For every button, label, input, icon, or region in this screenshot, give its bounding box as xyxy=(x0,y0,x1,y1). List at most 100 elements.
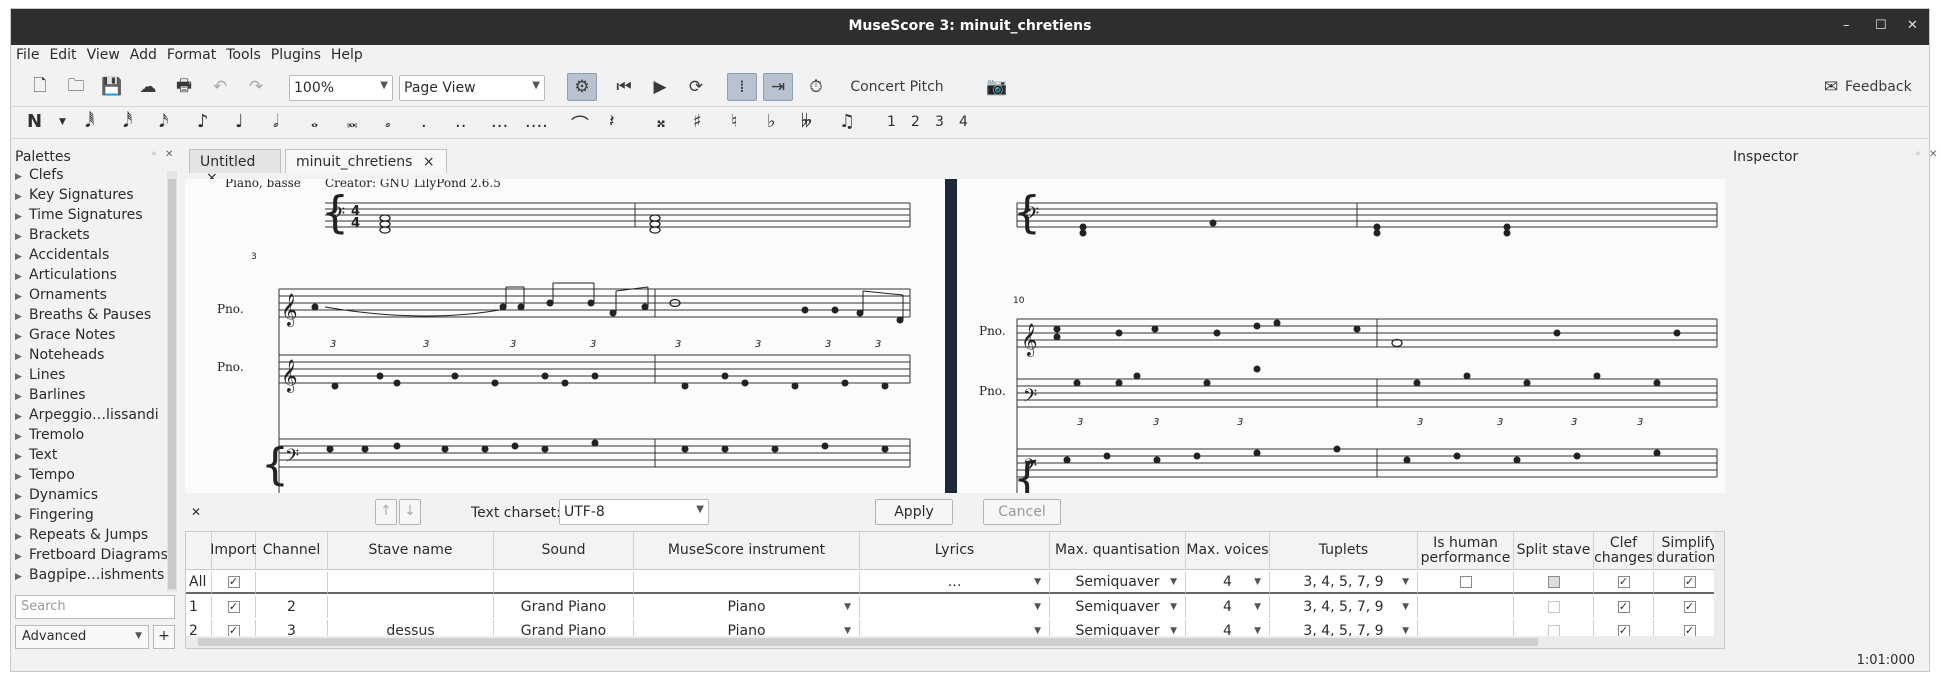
palette-item[interactable]: ▶ Dynamics xyxy=(15,487,175,507)
menu-help[interactable]: Help xyxy=(326,45,368,63)
palette-scrollbar[interactable] xyxy=(167,171,177,591)
voice-1-button[interactable]: 1 xyxy=(887,114,896,130)
palette-item[interactable]: ▶ Noteheads xyxy=(15,347,175,367)
column-header[interactable]: Lyrics xyxy=(860,532,1050,570)
palette-item[interactable]: ▶ Articulations xyxy=(15,267,175,287)
note-longa-icon[interactable]: 𝅗 xyxy=(385,111,391,132)
table-cell-quant[interactable]: Semiquaver ▼ xyxy=(1050,596,1186,618)
camera-icon[interactable]: 📷 xyxy=(983,75,1011,99)
table-cell-clef[interactable]: ✓ xyxy=(1594,572,1654,594)
undock-icon[interactable]: ◦ xyxy=(1915,149,1921,160)
palette-mode-select[interactable]: Advanced ▼ xyxy=(15,625,149,649)
checkbox[interactable] xyxy=(1547,601,1560,613)
open-folder-icon[interactable]: 🗀 xyxy=(63,75,89,99)
table-cell-sound[interactable]: Grand Piano xyxy=(494,596,634,618)
checkbox[interactable]: ✓ xyxy=(1617,601,1630,613)
note-eighth-icon[interactable]: ♪ xyxy=(197,111,209,132)
table-cell-clef[interactable]: ✓ xyxy=(1594,596,1654,618)
add-palette-button[interactable]: + xyxy=(153,625,175,649)
loop-icon[interactable]: ⟳ xyxy=(683,75,709,99)
checkbox[interactable] xyxy=(1547,576,1560,588)
table-cell-split[interactable] xyxy=(1514,572,1594,594)
play-icon[interactable]: ▶ xyxy=(647,75,673,99)
apply-button[interactable]: Apply xyxy=(875,499,953,525)
palette-item[interactable]: ▶ Time Signatures xyxy=(15,207,175,227)
menu-add[interactable]: Add xyxy=(125,45,162,63)
table-cell-voices[interactable]: 4 ▼ xyxy=(1186,596,1270,618)
note-32nd-icon[interactable]: 𝅘𝅥𝅰 xyxy=(123,111,132,132)
palette-item[interactable]: ▶ Brackets xyxy=(15,227,175,247)
menu-plugins[interactable]: Plugins xyxy=(266,45,326,63)
move-down-button[interactable]: ↓ xyxy=(399,499,421,525)
table-cell-voices[interactable]: 4 ▼ xyxy=(1186,572,1270,594)
note-breve-icon[interactable]: 𝅜 xyxy=(347,111,357,132)
maximize-button[interactable]: ☐ xyxy=(1875,18,1887,33)
palette-item[interactable]: ▶ Ornaments xyxy=(15,287,175,307)
table-cell-lyrics[interactable]: ▼ xyxy=(860,596,1050,618)
feedback-button[interactable]: Feedback xyxy=(1845,75,1917,99)
print-icon[interactable]: 🖶 xyxy=(171,75,197,99)
double-sharp-icon[interactable]: 𝄪 xyxy=(657,111,665,132)
tab-minuit-chretiens[interactable]: minuit_chretiens × xyxy=(285,149,447,173)
checkbox[interactable] xyxy=(1459,576,1472,588)
double-flat-icon[interactable]: 𝄫 xyxy=(801,111,812,132)
checkbox[interactable]: ✓ xyxy=(227,576,240,588)
concert-pitch-button[interactable]: Concert Pitch xyxy=(847,75,947,99)
loop-out-icon[interactable]: ⇥ xyxy=(763,73,793,101)
menu-view[interactable]: View xyxy=(82,45,125,63)
table-vertical-scrollbar[interactable] xyxy=(1714,532,1724,636)
flip-direction-icon[interactable]: ♫ xyxy=(839,111,855,132)
column-header[interactable]: Max. quantisation xyxy=(1050,532,1186,570)
loop-in-icon[interactable]: ⁞ xyxy=(727,73,757,101)
rewind-icon[interactable]: ⏮ xyxy=(611,75,637,99)
checkbox[interactable]: ✓ xyxy=(227,601,240,613)
zoom-combobox[interactable]: 100% ▼ xyxy=(289,75,393,101)
view-mode-select[interactable]: Page View ▼ xyxy=(399,75,545,101)
checkbox[interactable]: ✓ xyxy=(1683,576,1696,588)
checkbox[interactable]: ✓ xyxy=(1683,601,1696,613)
tab-untitled[interactable]: Untitled × xyxy=(189,149,281,186)
palette-item[interactable]: ▶ Tremolo xyxy=(15,427,175,447)
close-window-button[interactable]: ✕ xyxy=(1907,18,1918,33)
menu-file[interactable]: File xyxy=(11,45,44,63)
palette-item[interactable]: ▶ Repeats & Jumps xyxy=(15,527,175,547)
natural-icon[interactable]: ♮ xyxy=(731,111,737,132)
move-up-button[interactable]: ↑ xyxy=(375,499,397,525)
table-cell-human[interactable] xyxy=(1418,596,1514,618)
palette-item[interactable]: ▶ Fretboard Diagrams xyxy=(15,547,175,567)
note-whole-icon[interactable]: 𝅝 xyxy=(311,111,318,132)
column-header[interactable]: Is human performance xyxy=(1418,532,1514,570)
double-dot-icon[interactable]: .. xyxy=(455,111,466,132)
column-header[interactable]: MuseScore instrument xyxy=(634,532,860,570)
palette-item[interactable]: ▶ Arpeggio…lissandi xyxy=(15,407,175,427)
table-cell-split[interactable] xyxy=(1514,596,1594,618)
column-header[interactable]: Sound xyxy=(494,532,634,570)
table-cell-stave[interactable] xyxy=(328,596,494,618)
midi-input-icon[interactable]: ⚙ xyxy=(567,73,597,101)
undock-icon[interactable]: ◦ xyxy=(151,149,157,160)
palette-item[interactable]: ▶ Breaths & Pauses xyxy=(15,307,175,327)
tie-icon[interactable]: ⌒ xyxy=(571,111,589,137)
midi-import-table[interactable]: All 1 2 Import ✓ ✓ ✓ Channel 2 3 Stave name dessus S… xyxy=(185,531,1725,649)
table-cell-instrument[interactable]: Piano ▼ xyxy=(634,596,860,618)
table-cell-stave[interactable] xyxy=(328,572,494,594)
minimize-button[interactable]: – xyxy=(1843,18,1850,33)
metronome-icon[interactable]: ⏱ xyxy=(803,75,829,99)
quadruple-dot-icon[interactable]: .... xyxy=(525,111,548,132)
chevron-down-icon[interactable]: ▼ xyxy=(59,117,66,127)
note-input-mode-icon[interactable]: N xyxy=(27,111,42,132)
augmentation-dot-icon[interactable]: . xyxy=(421,111,427,132)
menu-tools[interactable]: Tools xyxy=(221,45,266,63)
palette-item[interactable]: ▶ Clefs xyxy=(15,167,175,187)
table-cell-tuplets[interactable]: 3, 4, 5, 7, 9 ▼ xyxy=(1270,596,1418,618)
triple-dot-icon[interactable]: ... xyxy=(491,111,508,132)
score-page-right[interactable]: { 𝄢 10 Pno. 𝄞 Pno. 𝄢 3333 3 3 3 𝄢 { xyxy=(957,179,1725,493)
rest-icon[interactable]: 𝄽 xyxy=(609,111,615,132)
save-icon[interactable]: 💾 xyxy=(99,75,125,99)
flat-icon[interactable]: ♭ xyxy=(767,111,776,132)
voice-4-button[interactable]: 4 xyxy=(959,114,968,130)
table-cell-import[interactable]: ✓ xyxy=(212,572,256,594)
note-16th-icon[interactable]: 𝅘𝅥𝅯 xyxy=(159,111,168,132)
column-header[interactable]: Stave name xyxy=(328,532,494,570)
voice-3-button[interactable]: 3 xyxy=(935,114,944,130)
